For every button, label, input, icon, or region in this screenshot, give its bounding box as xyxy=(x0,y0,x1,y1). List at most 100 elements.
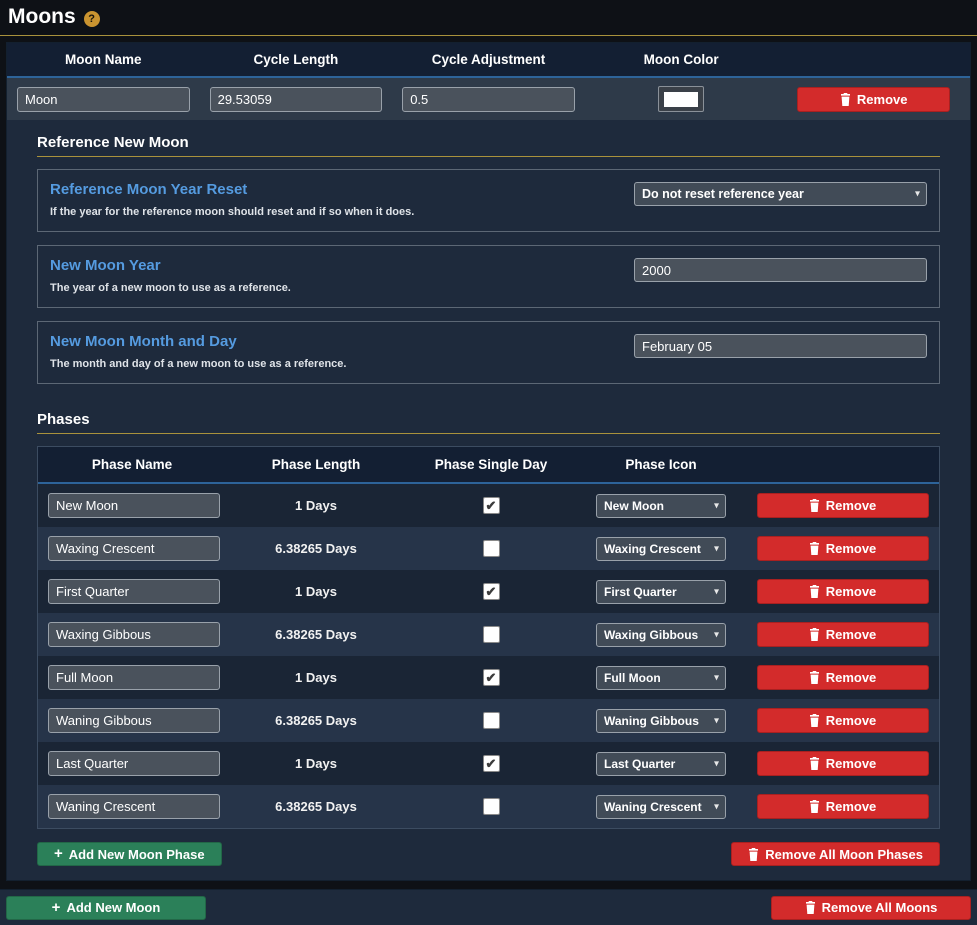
add-phase-label: Add New Moon Phase xyxy=(69,847,205,862)
remove-phase-label: Remove xyxy=(826,498,877,513)
moon-name-input[interactable] xyxy=(17,87,190,112)
column-header-cycle-length: Cycle Length xyxy=(200,52,393,67)
reference-year-reset-select[interactable]: Do not reset reference year xyxy=(634,182,927,206)
phase-single-day-checkbox[interactable] xyxy=(483,798,500,815)
add-moon-button[interactable]: + Add New Moon xyxy=(6,896,206,920)
column-header-cycle-adjustment: Cycle Adjustment xyxy=(392,52,585,67)
moon-table-header: Moon Name Cycle Length Cycle Adjustment … xyxy=(7,43,970,78)
phase-icon-select[interactable]: Waning Crescent xyxy=(596,795,726,819)
trash-icon xyxy=(748,848,759,861)
remove-phase-label: Remove xyxy=(826,670,877,685)
remove-phase-button[interactable]: Remove xyxy=(757,579,929,604)
setting-new-moon-month-day: New Moon Month and Day The month and day… xyxy=(37,321,940,384)
remove-phase-button[interactable]: Remove xyxy=(757,536,929,561)
column-header-moon-color: Moon Color xyxy=(585,52,778,67)
page-header: Moons ? xyxy=(0,0,977,36)
phase-name-input[interactable] xyxy=(48,622,220,647)
remove-phase-label: Remove xyxy=(826,756,877,771)
phase-name-input[interactable] xyxy=(48,493,220,518)
trash-icon xyxy=(840,93,851,106)
moons-panel: Moon Name Cycle Length Cycle Adjustment … xyxy=(6,42,971,881)
phase-row: 6.38265 Days Waning Gibbous ▾ Remove xyxy=(38,699,939,742)
remove-all-phases-label: Remove All Moon Phases xyxy=(765,847,923,862)
remove-all-phases-button[interactable]: Remove All Moon Phases xyxy=(731,842,940,866)
phase-name-input[interactable] xyxy=(48,579,220,604)
phase-length-value: 6.38265 Days xyxy=(275,627,357,642)
help-icon[interactable]: ? xyxy=(84,11,100,27)
phase-length-value: 6.38265 Days xyxy=(275,713,357,728)
moon-color-picker[interactable] xyxy=(658,86,704,112)
phase-row: 1 Days New Moon ▾ Remove xyxy=(38,484,939,527)
phases-table-header: Phase Name Phase Length Phase Single Day… xyxy=(38,447,939,484)
phase-length-value: 1 Days xyxy=(295,498,337,513)
phase-single-day-checkbox[interactable] xyxy=(483,583,500,600)
phase-icon-select[interactable]: Waxing Crescent xyxy=(596,537,726,561)
phase-name-input[interactable] xyxy=(48,751,220,776)
page-title: Moons xyxy=(8,5,76,29)
phases-footer: + Add New Moon Phase Remove All Moon Pha… xyxy=(37,842,940,866)
setting-description: The year of a new moon to use as a refer… xyxy=(50,282,291,294)
remove-phase-button[interactable]: Remove xyxy=(757,751,929,776)
remove-phase-button[interactable]: Remove xyxy=(757,622,929,647)
cycle-length-input[interactable] xyxy=(210,87,383,112)
trash-icon xyxy=(809,628,820,641)
phase-single-day-checkbox[interactable] xyxy=(483,497,500,514)
phase-icon-select[interactable]: Last Quarter xyxy=(596,752,726,776)
phase-length-value: 1 Days xyxy=(295,756,337,771)
new-moon-month-day-input[interactable] xyxy=(634,334,927,358)
trash-icon xyxy=(809,585,820,598)
phase-row: 6.38265 Days Waxing Gibbous ▾ Remove xyxy=(38,613,939,656)
column-header-phase-name: Phase Name xyxy=(38,457,226,472)
phase-length-value: 6.38265 Days xyxy=(275,541,357,556)
remove-moon-label: Remove xyxy=(857,92,908,107)
phase-icon-select[interactable]: Waning Gibbous xyxy=(596,709,726,733)
remove-phase-label: Remove xyxy=(826,627,877,642)
phase-name-input[interactable] xyxy=(48,536,220,561)
setting-description: If the year for the reference moon shoul… xyxy=(50,206,414,218)
plus-icon: + xyxy=(54,846,63,861)
phase-icon-select[interactable]: Waxing Gibbous xyxy=(596,623,726,647)
phase-icon-select[interactable]: New Moon xyxy=(596,494,726,518)
phase-name-input[interactable] xyxy=(48,794,220,819)
phase-name-input[interactable] xyxy=(48,708,220,733)
setting-label: New Moon Month and Day xyxy=(50,333,346,350)
remove-phase-button[interactable]: Remove xyxy=(757,708,929,733)
phase-icon-select[interactable]: First Quarter xyxy=(596,580,726,604)
phase-length-value: 1 Days xyxy=(295,584,337,599)
section-title-phases: Phases xyxy=(37,397,940,434)
phase-single-day-checkbox[interactable] xyxy=(483,712,500,729)
column-header-phase-icon: Phase Icon xyxy=(576,457,746,472)
trash-icon xyxy=(809,800,820,813)
remove-phase-button[interactable]: Remove xyxy=(757,794,929,819)
remove-all-moons-label: Remove All Moons xyxy=(822,900,938,915)
trash-icon xyxy=(805,901,816,914)
phase-name-input[interactable] xyxy=(48,665,220,690)
phase-single-day-checkbox[interactable] xyxy=(483,669,500,686)
phase-single-day-checkbox[interactable] xyxy=(483,755,500,772)
phase-icon-select[interactable]: Full Moon xyxy=(596,666,726,690)
bottom-bar: + Add New Moon Remove All Moons xyxy=(0,889,977,925)
trash-icon xyxy=(809,499,820,512)
setting-description: The month and day of a new moon to use a… xyxy=(50,358,346,370)
trash-icon xyxy=(809,671,820,684)
add-phase-button[interactable]: + Add New Moon Phase xyxy=(37,842,222,866)
phase-row: 6.38265 Days Waxing Crescent ▾ Remove xyxy=(38,527,939,570)
phase-row: 1 Days First Quarter ▾ Remove xyxy=(38,570,939,613)
phase-row: 6.38265 Days Waning Crescent ▾ Remove xyxy=(38,785,939,828)
section-title-reference-new-moon: Reference New Moon xyxy=(37,120,940,157)
phase-single-day-checkbox[interactable] xyxy=(483,626,500,643)
remove-phase-button[interactable]: Remove xyxy=(757,665,929,690)
phase-table-body: 1 Days New Moon ▾ Remove 6.38265 Days xyxy=(38,484,939,828)
remove-all-moons-button[interactable]: Remove All Moons xyxy=(771,896,971,920)
trash-icon xyxy=(809,757,820,770)
phase-single-day-checkbox[interactable] xyxy=(483,540,500,557)
cycle-adjustment-input[interactable] xyxy=(402,87,575,112)
setting-label: Reference Moon Year Reset xyxy=(50,181,414,198)
moon-row: Remove xyxy=(7,78,970,120)
plus-icon: + xyxy=(52,900,61,915)
remove-moon-button[interactable]: Remove xyxy=(797,87,950,112)
new-moon-year-input[interactable] xyxy=(634,258,927,282)
phases-table: Phase Name Phase Length Phase Single Day… xyxy=(37,446,940,829)
trash-icon xyxy=(809,714,820,727)
remove-phase-button[interactable]: Remove xyxy=(757,493,929,518)
